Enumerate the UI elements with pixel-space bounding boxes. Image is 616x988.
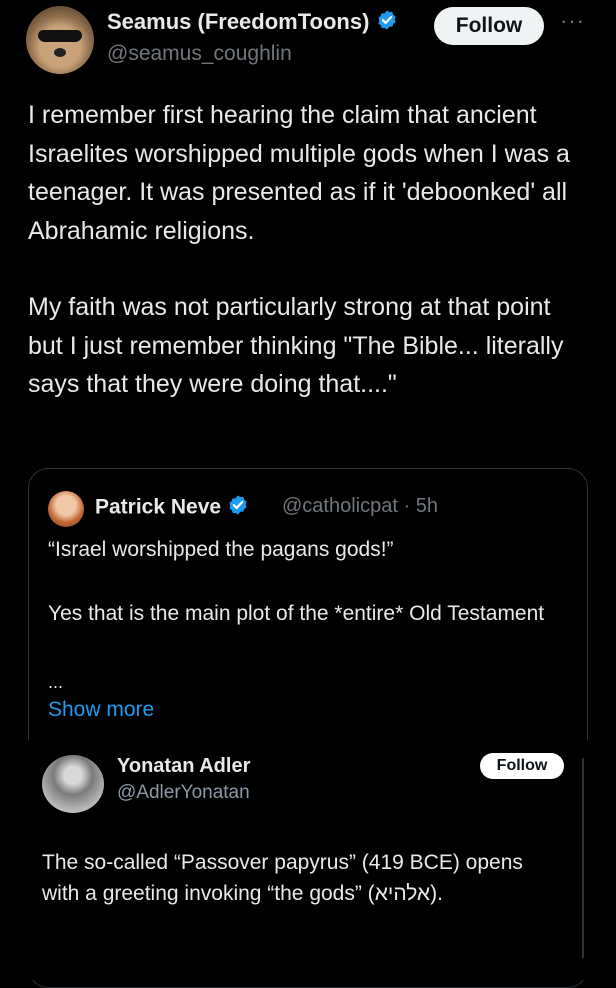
quoted-timestamp[interactable]: 5h	[416, 495, 438, 517]
author-name[interactable]: Seamus (FreedomToons)	[107, 9, 369, 34]
verified-badge-icon	[376, 9, 398, 37]
more-options-icon[interactable]: ···	[560, 8, 585, 34]
separator-dot: ·	[403, 495, 416, 517]
embedded-scrollbar[interactable]	[582, 758, 584, 958]
embedded-author-avatar[interactable]	[42, 755, 104, 813]
truncation-ellipsis: ...	[48, 672, 64, 692]
verified-badge-icon	[227, 494, 249, 522]
tweet-body: I remember first hearing the claim that …	[28, 96, 588, 404]
quoted-author-handle[interactable]: @catholicpat	[282, 495, 398, 517]
quoted-paragraph: Yes that is the main plot of the *entire…	[48, 602, 545, 625]
quoted-meta: @catholicpat · 5h	[282, 495, 438, 518]
author-avatar[interactable]	[26, 6, 94, 74]
embedded-author-name[interactable]: Yonatan Adler	[117, 755, 250, 778]
quoted-author-name[interactable]: Patrick Neve	[95, 496, 221, 519]
author-name-row[interactable]: Seamus (FreedomToons)	[107, 9, 398, 37]
quoted-author-avatar[interactable]	[48, 491, 84, 527]
quoted-author-name-row[interactable]: Patrick Neve	[95, 494, 249, 522]
embedded-tweet-body: The so-called “Passover papyrus” (419 BC…	[42, 851, 523, 905]
show-more-link[interactable]: Show more	[48, 698, 154, 722]
embedded-author-handle[interactable]: @AdlerYonatan	[117, 782, 250, 804]
nose-graphic	[54, 48, 66, 57]
tweet-paragraph: My faith was not particularly strong at …	[28, 293, 564, 398]
quoted-tweet-body: “Israel worshipped the pagans gods!” Yes…	[48, 534, 568, 630]
quoted-paragraph: “Israel worshipped the pagans gods!”	[48, 538, 394, 561]
tweet-paragraph: I remember first hearing the claim that …	[28, 101, 570, 245]
follow-button[interactable]: Follow	[434, 7, 544, 45]
embedded-follow-button[interactable]: Follow	[480, 753, 564, 779]
sunglasses-graphic	[38, 30, 82, 42]
author-handle[interactable]: @seamus_coughlin	[107, 42, 292, 66]
